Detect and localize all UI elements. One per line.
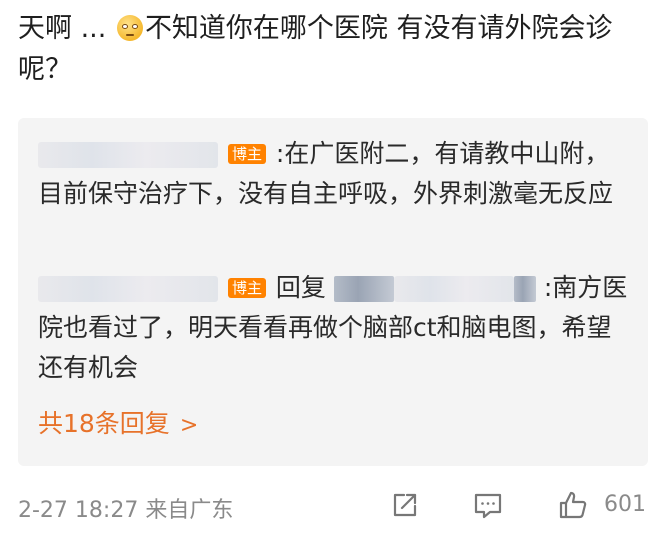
reply-item[interactable]: 博主 :在广医附二，有请教中山附，目前保守治疗下，没有自主呼吸，外界刺激毫无反应 [38, 134, 633, 214]
author-badge: 博主 [227, 278, 266, 298]
comment-text-after-emoji: 不知道你在哪个医院 有没有请外院会诊呢？ [18, 13, 613, 85]
share-icon[interactable] [388, 488, 422, 522]
blurred-username [38, 276, 218, 302]
blurred-reply-target [333, 276, 394, 302]
like-count: 601 [604, 492, 646, 517]
reply-item[interactable]: 博主 回复 :南方医院也看过了，明天看看再做个脑部ct和脑电图，希望还有机会 [38, 268, 633, 388]
like-icon[interactable] [556, 488, 590, 522]
chevron-right-icon: > [179, 413, 199, 438]
blurred-reply-target [393, 276, 514, 302]
comment-footer: 2-27 18:27 来自广东 601 [18, 488, 648, 524]
reply-label: 回复 [275, 273, 326, 302]
author-badge: 博主 [227, 144, 266, 164]
eye-roll-emoji-icon [116, 15, 143, 41]
comment-text-before-emoji: 天啊 ... [18, 13, 107, 44]
blurred-username [38, 142, 218, 168]
timestamp: 2-27 18:27 来自广东 [18, 498, 234, 523]
comment-text: 天啊 ... 不知道你在哪个医院 有没有请外院会诊呢？ [18, 8, 648, 90]
view-all-replies-link[interactable]: 共18条回复 > [38, 408, 198, 442]
total-replies-label: 共18条回复 [38, 409, 170, 438]
blurred-reply-target [513, 276, 536, 302]
comment-icon[interactable] [471, 488, 505, 522]
replies-box: 博主 :在广医附二，有请教中山附，目前保守治疗下，没有自主呼吸，外界刺激毫无反应… [18, 118, 648, 466]
